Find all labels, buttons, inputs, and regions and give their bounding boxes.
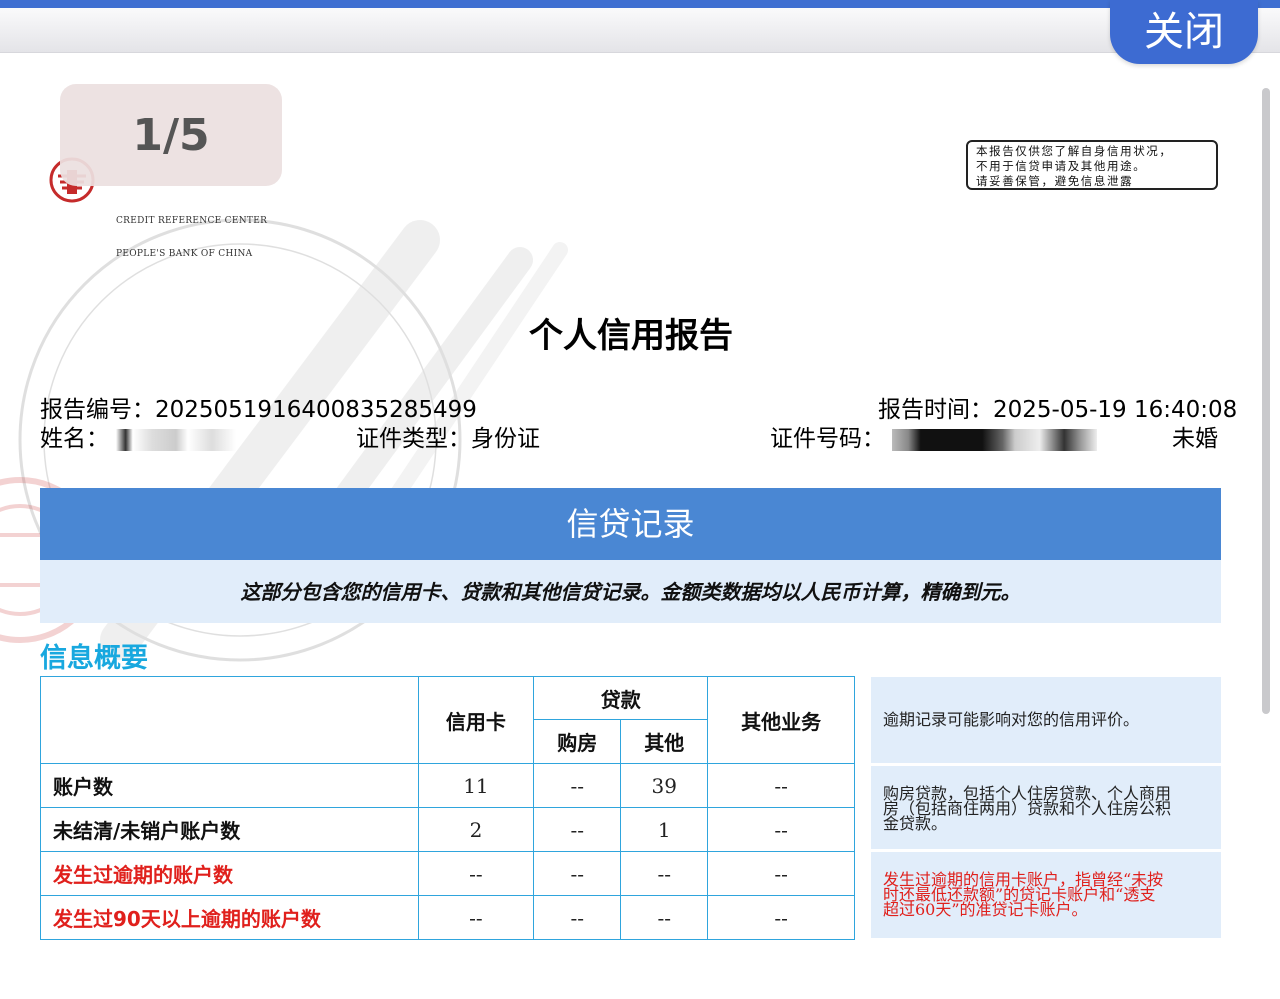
cell-house: -- bbox=[533, 851, 622, 896]
header-loan-house: 购房 bbox=[533, 719, 622, 764]
cell-other-business: -- bbox=[707, 807, 855, 852]
row-label: 账户数 bbox=[40, 763, 419, 808]
viewer-toolbar bbox=[0, 8, 1280, 53]
cell-house: -- bbox=[533, 807, 622, 852]
close-button[interactable]: 关闭 bbox=[1110, 0, 1258, 64]
cell-credit-card: 2 bbox=[417, 807, 535, 852]
report-title: 个人信用报告 bbox=[529, 316, 733, 356]
row-label: 发生过逾期的账户数 bbox=[40, 851, 419, 896]
row-label: 未结清/未销户账户数 bbox=[40, 807, 419, 852]
id-number-field: 证件号码： bbox=[770, 419, 1098, 453]
cell-house: -- bbox=[533, 763, 622, 808]
id-type-value: 身份证 bbox=[471, 426, 540, 452]
cell-other-business: -- bbox=[707, 851, 855, 896]
note-text: 逾期记录可能影响对您的信用评价。 bbox=[883, 710, 1140, 729]
cell-other: -- bbox=[620, 895, 709, 940]
section-title: 信贷记录 bbox=[40, 488, 1221, 560]
id-type-field: 证件类型：身份证 bbox=[356, 419, 540, 453]
cell-other: 1 bbox=[620, 807, 709, 852]
cell-other: -- bbox=[620, 851, 709, 896]
cell-credit-card: 11 bbox=[417, 763, 535, 808]
cell-house: -- bbox=[533, 895, 622, 940]
id-number-label: 证件号码： bbox=[770, 426, 885, 452]
note-house-loan: 购房贷款，包括个人住房贷款、个人商用 房（包括商住两用）贷款和个人住房公积 金贷… bbox=[871, 766, 1221, 849]
header-other-business: 其他业务 bbox=[707, 676, 855, 764]
table-row: 未结清/未销户账户数 2 -- 1 -- bbox=[40, 807, 855, 852]
note-overdue-definition: 发生过逾期的信用卡账户，指曾经“未按 时还最低还款额”的贷记卡账户和“透支 超过… bbox=[871, 852, 1221, 938]
logo-english-line2: PEOPLE'S BANK OF CHINA bbox=[116, 249, 253, 259]
table-row: 发生过90天以上逾期的账户数 -- -- -- -- bbox=[40, 895, 855, 940]
note-overdue-impact: 逾期记录可能影响对您的信用评价。 bbox=[871, 677, 1221, 763]
header-loan-other: 其他 bbox=[620, 719, 709, 764]
table-row: 发生过逾期的账户数 -- -- -- -- bbox=[40, 851, 855, 896]
header-credit-card: 信用卡 bbox=[417, 676, 535, 764]
header-loan: 贷款 bbox=[533, 676, 709, 720]
name-field: 姓名： bbox=[40, 419, 237, 453]
cell-other-business: -- bbox=[707, 895, 855, 940]
redacted-name bbox=[116, 428, 237, 451]
table-row: 账户数 11 -- 39 -- bbox=[40, 763, 855, 808]
viewer-top-bar bbox=[0, 0, 1280, 8]
logo-english-line1: CREDIT REFERENCE CENTER bbox=[116, 216, 268, 226]
note-text: 超过60天”的准贷记卡账户。 bbox=[883, 900, 1088, 919]
notice-line: 不用于信贷申请及其他用途。 bbox=[976, 159, 1147, 173]
usage-notice-box: 本报告仅供您了解自身信用状况， 不用于信贷申请及其他用途。 请妥善保管，避免信息… bbox=[966, 140, 1218, 190]
cell-credit-card: -- bbox=[417, 851, 535, 896]
scrollbar[interactable] bbox=[1262, 88, 1270, 714]
cell-other: 39 bbox=[620, 763, 709, 808]
notice-line: 请妥善保管，避免信息泄露 bbox=[976, 174, 1134, 188]
id-type-label: 证件类型： bbox=[356, 426, 471, 452]
header-blank-cell bbox=[40, 676, 419, 764]
name-label: 姓名： bbox=[40, 426, 109, 452]
summary-title: 信息概要 bbox=[40, 643, 148, 674]
marital-status: 未婚 bbox=[1172, 426, 1218, 452]
row-label: 发生过90天以上逾期的账户数 bbox=[40, 895, 419, 940]
section-description: 这部分包含您的信用卡、贷款和其他信贷记录。金额类数据均以人民币计算，精确到元。 bbox=[40, 560, 1221, 623]
notice-line: 本报告仅供您了解自身信用状况， bbox=[976, 144, 1173, 158]
cell-other-business: -- bbox=[707, 763, 855, 808]
note-text: 金贷款。 bbox=[883, 814, 948, 833]
summary-table: 信用卡 贷款 其他业务 购房 其他 账户数 11 -- 39 -- 未结清/未销… bbox=[40, 676, 855, 940]
redacted-id-number bbox=[892, 428, 1098, 451]
page-indicator: 1/5 bbox=[60, 84, 282, 186]
cell-credit-card: -- bbox=[417, 895, 535, 940]
table-header-row: 信用卡 贷款 其他业务 bbox=[40, 676, 855, 764]
